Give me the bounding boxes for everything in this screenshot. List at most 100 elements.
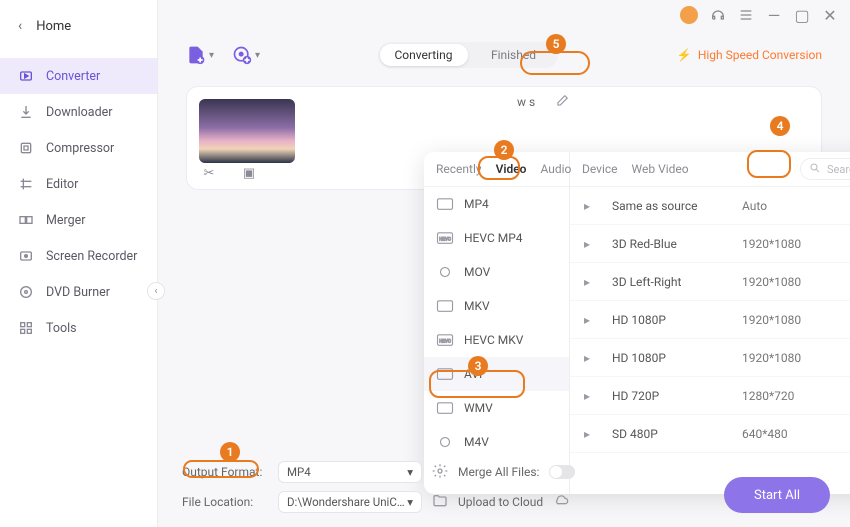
close-button[interactable]: ✕: [822, 7, 838, 23]
download-icon: [18, 104, 34, 120]
tab-audio[interactable]: Audio: [540, 162, 571, 176]
sidebar-label: DVD Burner: [46, 285, 110, 300]
preset-row[interactable]: ▸SD 480P640*480: [570, 415, 850, 453]
preset-row[interactable]: ▸HD 720P1280*720: [570, 377, 850, 415]
chevron-down-icon: ▾: [209, 50, 214, 61]
add-file-button[interactable]: ▾: [186, 45, 214, 65]
merger-icon: [18, 212, 34, 228]
file-icon: [436, 299, 454, 313]
file-icon: [436, 401, 454, 415]
file-icon: HEVC: [436, 231, 454, 245]
grid-icon: [18, 320, 34, 336]
add-dvd-button[interactable]: ▾: [232, 45, 260, 65]
segment-converting[interactable]: Converting: [378, 42, 468, 68]
trim-icon[interactable]: ✂: [199, 166, 219, 181]
upload-label: Upload to Cloud: [458, 495, 543, 509]
disc-icon: [18, 284, 34, 300]
crop-icon[interactable]: ▣: [239, 166, 259, 181]
format-mkv[interactable]: MKV: [424, 289, 569, 323]
sidebar-item-compressor[interactable]: Compressor: [0, 130, 157, 166]
play-icon: ▸: [584, 275, 600, 289]
format-mp4[interactable]: MP4: [424, 187, 569, 221]
file-location-label: File Location:: [182, 495, 268, 509]
svg-text:HEVC: HEVC: [439, 338, 451, 344]
preset-row[interactable]: ▸3D Red-Blue1920*1080: [570, 225, 850, 263]
cloud-icon[interactable]: [553, 493, 569, 512]
tab-device[interactable]: Device: [582, 162, 618, 176]
file-icon: HEVC: [436, 333, 454, 347]
output-format-label: Output Format:: [182, 465, 268, 479]
segment-finished[interactable]: Finished: [468, 42, 558, 68]
format-hevc-mkv[interactable]: HEVCHEVC MKV: [424, 323, 569, 357]
avatar[interactable]: [680, 6, 698, 24]
sidebar-item-tools[interactable]: Tools: [0, 310, 157, 346]
folder-icon[interactable]: [432, 493, 448, 512]
play-icon: ▸: [584, 389, 600, 403]
tab-recently[interactable]: Recently: [436, 162, 482, 176]
chevron-down-icon: ▾: [255, 50, 260, 61]
start-all-button[interactable]: Start All: [724, 477, 830, 513]
minimize-button[interactable]: —: [766, 7, 782, 23]
search-input[interactable]: Search: [800, 158, 850, 180]
home-nav[interactable]: ‹ Home: [0, 8, 157, 44]
chevron-left-icon: ‹: [18, 18, 22, 34]
segment-control[interactable]: Converting Finished: [378, 42, 558, 68]
sidebar-item-recorder[interactable]: Screen Recorder: [0, 238, 157, 274]
sidebar-item-merger[interactable]: Merger: [0, 202, 157, 238]
play-icon: ▸: [584, 427, 600, 441]
settings-icon[interactable]: [432, 463, 448, 482]
preset-row[interactable]: ▸HD 1080P1920*1080: [570, 339, 850, 377]
editor-icon: [18, 176, 34, 192]
sidebar-item-downloader[interactable]: Downloader: [0, 94, 157, 130]
file-icon: [436, 435, 454, 449]
format-wmv[interactable]: WMV: [424, 391, 569, 425]
preset-row[interactable]: ▸3D Left-Right1920*1080: [570, 263, 850, 301]
output-format-select[interactable]: MP4▾: [278, 461, 422, 483]
format-m4v[interactable]: M4V: [424, 425, 569, 459]
merge-label: Merge All Files:: [458, 465, 539, 479]
sidebar-label: Tools: [46, 321, 77, 336]
tab-video[interactable]: Video: [496, 162, 527, 176]
play-icon: ▸: [584, 313, 600, 327]
sidebar-label: Converter: [46, 69, 100, 84]
play-icon: ▸: [584, 237, 600, 251]
menu-icon[interactable]: [738, 7, 754, 23]
sidebar-item-converter[interactable]: Converter: [0, 58, 157, 94]
play-icon: ▸: [584, 351, 600, 365]
file-icon: [436, 367, 454, 381]
compress-icon: [18, 140, 34, 156]
sidebar-label: Downloader: [46, 105, 113, 120]
format-mov[interactable]: MOV: [424, 255, 569, 289]
chevron-down-icon: ▾: [407, 465, 413, 479]
chevron-down-icon: ▾: [407, 495, 413, 509]
lightning-icon: ⚡: [677, 48, 692, 62]
tab-web-video[interactable]: Web Video: [632, 162, 689, 176]
svg-text:HEVC: HEVC: [439, 236, 451, 242]
sidebar-label: Compressor: [46, 141, 114, 156]
preset-row[interactable]: ▸Same as sourceAuto: [570, 187, 850, 225]
sidebar-item-dvd[interactable]: DVD Burner: [0, 274, 157, 310]
merge-toggle[interactable]: [549, 465, 575, 479]
video-thumbnail[interactable]: [199, 99, 295, 163]
file-location-select[interactable]: D:\Wondershare UniConverter 1▾: [278, 491, 422, 513]
recorder-icon: [18, 248, 34, 264]
sidebar-label: Merger: [46, 213, 86, 228]
preset-row[interactable]: ▸HD 1080P1920*1080: [570, 301, 850, 339]
headset-icon[interactable]: [710, 7, 726, 23]
file-icon: [436, 265, 454, 279]
file-title: w s: [517, 95, 535, 109]
home-label: Home: [36, 19, 71, 34]
edit-title-icon[interactable]: [555, 93, 569, 112]
maximize-button[interactable]: ▢: [794, 7, 810, 23]
format-hevc-mp4[interactable]: HEVCHEVC MP4: [424, 221, 569, 255]
format-dropdown: Recently Video Audio MP4 HEVCHEVC MP4 MO…: [424, 152, 850, 494]
sidebar-label: Editor: [46, 177, 78, 192]
search-icon: [809, 162, 821, 177]
file-icon: [436, 197, 454, 211]
sidebar-label: Screen Recorder: [46, 249, 137, 264]
format-avi[interactable]: AVI: [424, 357, 569, 391]
sidebar-item-editor[interactable]: Editor: [0, 166, 157, 202]
converter-icon: [18, 68, 34, 84]
play-icon: ▸: [584, 199, 600, 213]
high-speed-toggle[interactable]: ⚡High Speed Conversion: [677, 48, 822, 62]
